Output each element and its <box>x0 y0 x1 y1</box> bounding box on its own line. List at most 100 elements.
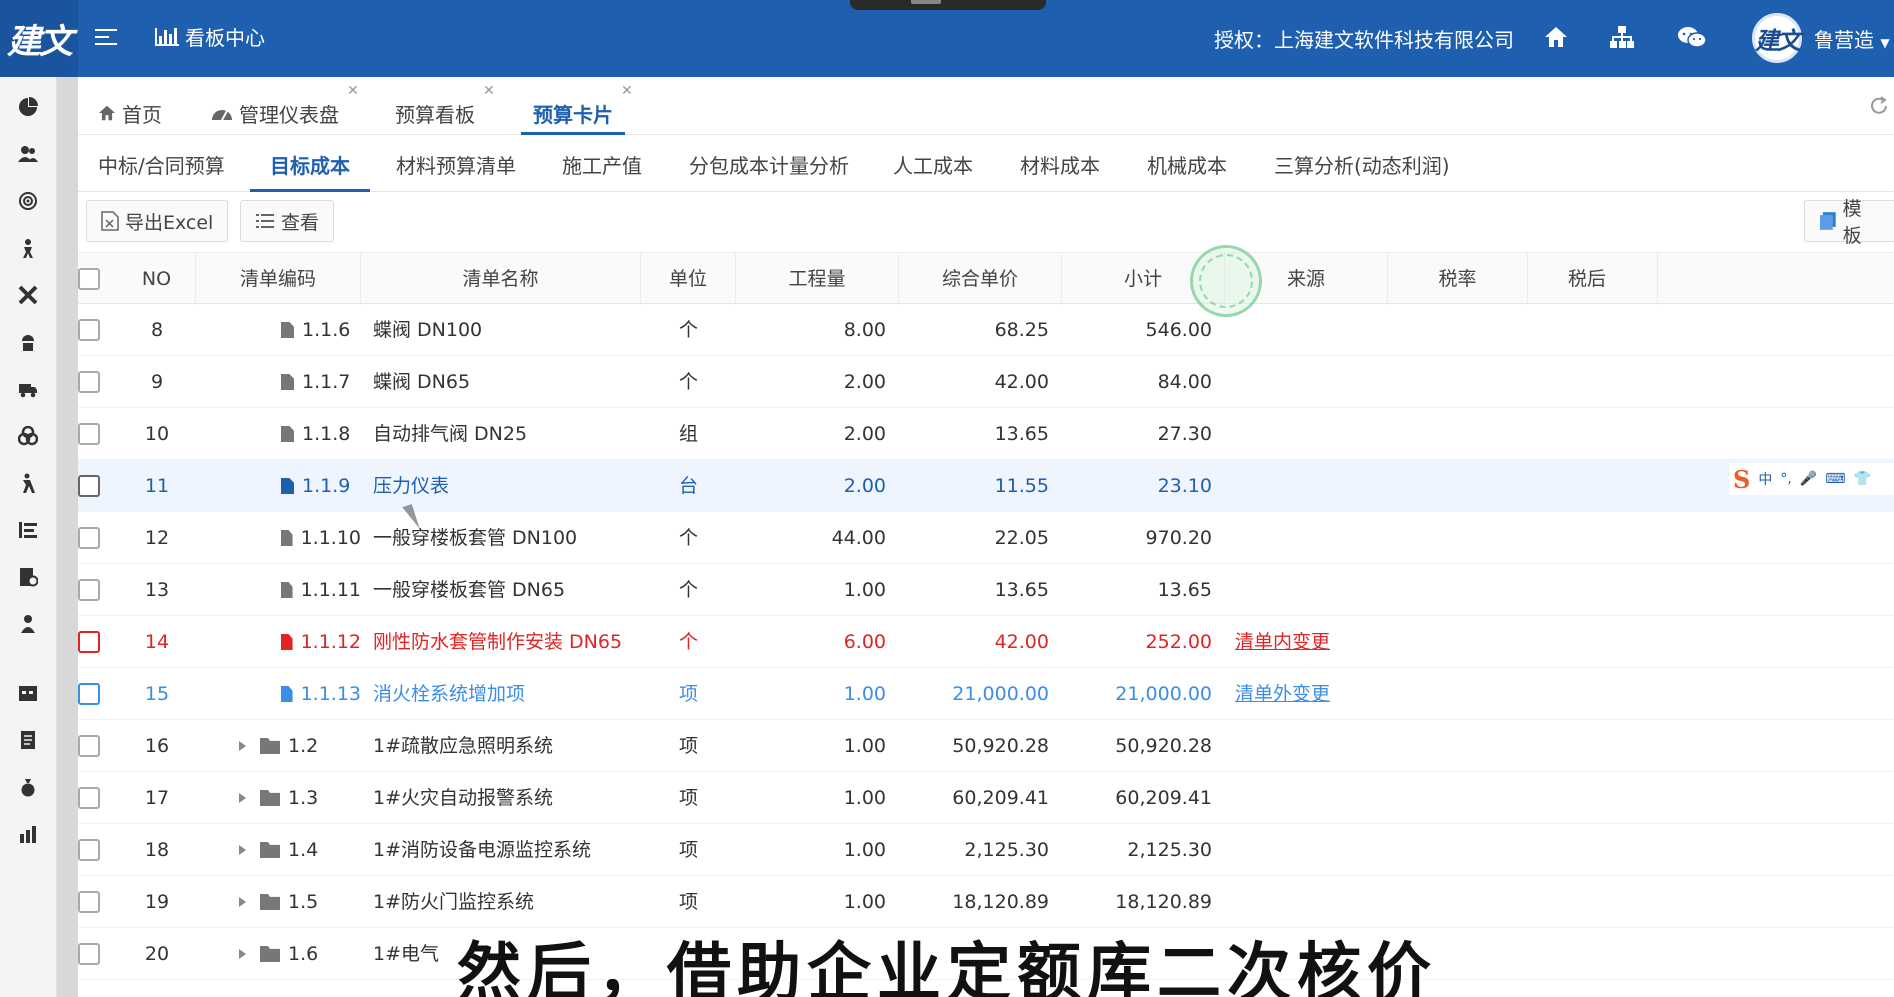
ime-mode[interactable]: 中 <box>1758 469 1772 489</box>
subtab-target-cost[interactable]: 目标成本 <box>250 150 370 192</box>
header-after-tax[interactable]: 税后 <box>1528 253 1658 305</box>
sidebar-cubes-icon[interactable] <box>17 425 39 447</box>
sidebar-manager-icon[interactable] <box>17 613 39 635</box>
header-name[interactable]: 清单名称 <box>361 253 641 305</box>
expand-caret-icon[interactable] <box>239 845 246 855</box>
select-all-checkbox[interactable] <box>78 268 100 290</box>
home-icon[interactable] <box>1541 22 1571 52</box>
punctuation-icon[interactable]: °, <box>1780 471 1791 487</box>
user-menu[interactable]: 鲁营造 ▼ <box>1814 24 1890 53</box>
row-name[interactable]: 蝶阀 DN100 <box>373 304 641 356</box>
sidebar-pie-chart-icon[interactable] <box>17 96 39 118</box>
subtab-labor-cost[interactable]: 人工成本 <box>893 150 973 192</box>
sidebar-tools-icon[interactable] <box>17 284 39 306</box>
row-checkbox[interactable] <box>78 787 100 809</box>
wechat-icon[interactable] <box>1677 22 1707 52</box>
row-checkbox[interactable] <box>78 423 100 445</box>
table-row[interactable]: 15 1.1.13 消火栓系统增加项 项 1.00 21,000.00 21,0… <box>78 668 1894 720</box>
table-row[interactable]: 10 1.1.8 自动排气阀 DN25 组 2.00 13.65 27.30 <box>78 408 1894 460</box>
header-code[interactable]: 清单编码 <box>196 253 361 305</box>
tab-budget-board[interactable]: 预算看板 ✕ <box>395 83 495 135</box>
table-row[interactable]: 17 1.3 1#火灾自动报警系统 项 1.00 60,209.41 60,20… <box>78 772 1894 824</box>
row-name[interactable]: 1#火灾自动报警系统 <box>373 772 641 824</box>
ime-toolbar[interactable]: S 中 °, 🎤 ⌨ 👕 <box>1729 463 1894 495</box>
avatar[interactable]: 建文 <box>1752 13 1802 63</box>
subtab-subcontract-analysis[interactable]: 分包成本计量分析 <box>689 150 849 192</box>
skin-icon[interactable]: 👕 <box>1853 471 1870 487</box>
refresh-icon[interactable] <box>1868 95 1890 121</box>
row-name[interactable]: 1#疏散应急照明系统 <box>373 720 641 772</box>
row-name[interactable]: 一般穿楼板套管 DN65 <box>373 564 641 616</box>
sidebar-target-icon[interactable] <box>17 190 39 212</box>
header-unit-price[interactable]: 综合单价 <box>899 253 1062 305</box>
subtab-material-budget-list[interactable]: 材料预算清单 <box>396 150 516 192</box>
row-checkbox[interactable] <box>78 631 100 653</box>
row-source-link[interactable]: 清单内变更 <box>1235 631 1330 653</box>
table-row[interactable]: 8 1.1.6 蝶阀 DN100 个 8.00 68.25 546.00 <box>78 304 1894 356</box>
sidebar-calendar-icon[interactable] <box>17 682 39 704</box>
tab-home[interactable]: 首页 <box>98 91 162 135</box>
header-unit[interactable]: 单位 <box>641 253 736 305</box>
sidebar-money-bag-icon[interactable] <box>17 776 39 798</box>
org-chart-icon[interactable] <box>1607 22 1637 52</box>
row-source-link[interactable]: 清单外变更 <box>1235 683 1330 705</box>
row-name[interactable]: 消火栓系统增加项 <box>373 668 641 720</box>
subtab-machinery-cost[interactable]: 机械成本 <box>1147 150 1227 192</box>
row-checkbox[interactable] <box>78 371 100 393</box>
menu-toggle-icon[interactable] <box>95 24 117 50</box>
row-checkbox[interactable] <box>78 683 100 705</box>
sidebar-worker-icon[interactable] <box>17 331 39 353</box>
row-source[interactable]: 清单外变更 <box>1235 668 1385 720</box>
row-checkbox[interactable] <box>78 475 100 497</box>
row-name[interactable]: 1#防火门监控系统 <box>373 876 641 928</box>
sidebar-list-icon[interactable] <box>17 519 39 541</box>
table-row[interactable]: 11 1.1.9 压力仪表 台 2.00 11.55 23.10 <box>78 460 1894 512</box>
row-name[interactable]: 蝶阀 DN65 <box>373 356 641 408</box>
row-name[interactable]: 自动排气阀 DN25 <box>373 408 641 460</box>
subtab-material-cost[interactable]: 材料成本 <box>1020 150 1100 192</box>
template-button[interactable]: 模板 <box>1804 198 1894 247</box>
row-checkbox[interactable] <box>78 527 100 549</box>
row-checkbox[interactable] <box>78 891 100 913</box>
sidebar-users-icon[interactable] <box>17 143 39 165</box>
expand-caret-icon[interactable] <box>239 793 246 803</box>
dashboard-center-link[interactable]: 看板中心 <box>155 22 265 51</box>
subtab-three-calc-analysis[interactable]: 三算分析(动态利润) <box>1274 150 1450 192</box>
table-row[interactable]: 19 1.5 1#防火门监控系统 项 1.00 18,120.89 18,120… <box>78 876 1894 928</box>
table-row[interactable]: 18 1.4 1#消防设备电源监控系统 项 1.00 2,125.30 2,12… <box>78 824 1894 876</box>
row-checkbox[interactable] <box>78 319 100 341</box>
table-row[interactable]: 12 1.1.10 一般穿楼板套管 DN100 个 44.00 22.05 97… <box>78 512 1894 564</box>
close-icon[interactable]: ✕ <box>483 83 495 99</box>
row-name[interactable]: 刚性防水套管制作安装 DN65 <box>373 616 641 668</box>
sidebar-report-icon[interactable] <box>17 566 39 588</box>
row-checkbox[interactable] <box>78 735 100 757</box>
table-row[interactable]: 9 1.1.7 蝶阀 DN65 个 2.00 42.00 84.00 <box>78 356 1894 408</box>
sidebar-document-icon[interactable] <box>17 729 39 751</box>
table-row[interactable]: 16 1.2 1#疏散应急照明系统 项 1.00 50,920.28 50,92… <box>78 720 1894 772</box>
header-no[interactable]: NO <box>118 253 196 305</box>
expand-caret-icon[interactable] <box>239 741 246 751</box>
export-excel-button[interactable]: 导出Excel <box>86 200 229 242</box>
tab-budget-card[interactable]: 预算卡片 ✕ <box>521 83 633 135</box>
subtab-bid-contract-budget[interactable]: 中标/合同预算 <box>98 150 225 192</box>
row-source[interactable]: 清单内变更 <box>1235 616 1385 668</box>
row-checkbox[interactable] <box>78 579 100 601</box>
row-checkbox[interactable] <box>78 839 100 861</box>
table-row[interactable]: 14 1.1.12 刚性防水套管制作安装 DN65 个 6.00 42.00 2… <box>78 616 1894 668</box>
row-name[interactable]: 1#消防设备电源监控系统 <box>373 824 641 876</box>
header-quantity[interactable]: 工程量 <box>736 253 899 305</box>
tab-management-dashboard[interactable]: 管理仪表盘 ✕ <box>211 83 359 135</box>
sidebar-person-icon[interactable] <box>17 237 39 259</box>
header-tax-rate[interactable]: 税率 <box>1388 253 1528 305</box>
sidebar-chart-icon[interactable] <box>17 823 39 845</box>
microphone-icon[interactable]: 🎤 <box>1800 471 1817 487</box>
close-icon[interactable]: ✕ <box>347 83 359 99</box>
sidebar-truck-icon[interactable] <box>17 378 39 400</box>
keyboard-icon[interactable]: ⌨ <box>1825 471 1845 487</box>
subtab-construction-output[interactable]: 施工产值 <box>562 150 642 192</box>
expand-caret-icon[interactable] <box>239 897 246 907</box>
table-row[interactable]: 13 1.1.11 一般穿楼板套管 DN65 个 1.00 13.65 13.6… <box>78 564 1894 616</box>
sidebar-construction-icon[interactable] <box>17 472 39 494</box>
row-name[interactable]: 压力仪表 <box>373 460 641 512</box>
close-icon[interactable]: ✕ <box>621 83 633 99</box>
